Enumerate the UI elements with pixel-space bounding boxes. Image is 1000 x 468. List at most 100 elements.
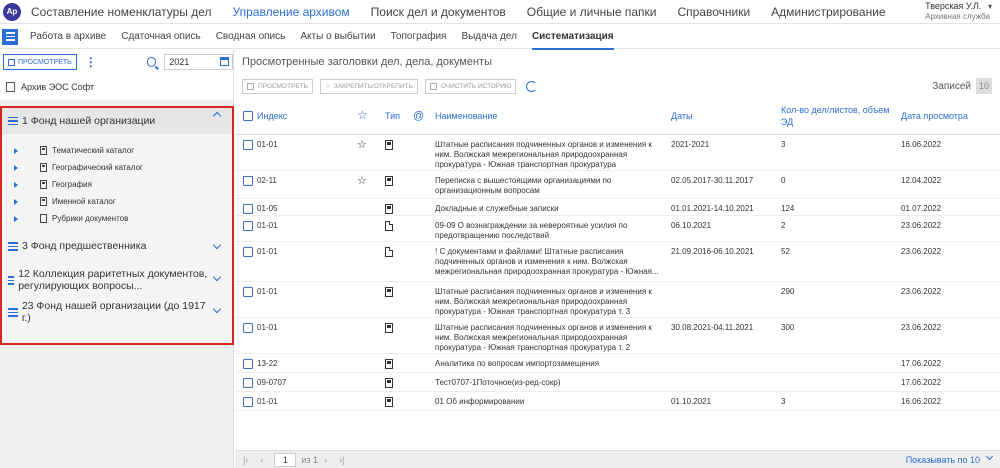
list-icon: [8, 276, 15, 287]
row-dates: 06.10.2021: [667, 215, 777, 242]
catalog-item[interactable]: Рубрики документов: [2, 210, 232, 227]
expand-arrow-icon[interactable]: [14, 198, 18, 205]
table-row[interactable]: 02-11 ☆ Переписка с вышестоящими организац…: [235, 170, 1000, 199]
fond-item[interactable]: 1 Фонд нашей организации: [2, 108, 232, 134]
last-page-icon[interactable]: ›|: [339, 455, 344, 465]
catalog-item[interactable]: География: [2, 176, 232, 193]
table-row[interactable]: 01-05 Докладные и служебные записки 01.01.…: [235, 198, 1000, 216]
user-menu[interactable]: Тверская У.Л. Архивная служба ▾: [925, 1, 992, 21]
topnav-archive-management[interactable]: Управление архивом: [233, 5, 350, 19]
tab-systematization[interactable]: Систематизация: [531, 25, 614, 50]
fond-item[interactable]: 12 Коллекция раритетных документов, регу…: [2, 268, 232, 300]
col-dates[interactable]: Даты: [667, 98, 777, 135]
col-count[interactable]: Кол-во дел/листов, объем ЭД: [777, 98, 897, 135]
row-count: [777, 353, 897, 373]
chevron-down-icon[interactable]: ▾: [988, 2, 992, 11]
first-page-icon[interactable]: |‹: [243, 455, 248, 465]
row-name[interactable]: 09-09 О вознаграждении за невероятные ус…: [431, 215, 667, 242]
page-size-select[interactable]: Показывать по 10: [906, 455, 980, 465]
row-name[interactable]: Аналитика по вопросам импортозамещения: [431, 353, 667, 373]
tab-topography[interactable]: Топография: [391, 25, 447, 49]
expand-arrow-icon[interactable]: [14, 181, 18, 188]
row-name[interactable]: Тест0707-1Поточное(из-ред-сокр): [431, 372, 667, 392]
row-name[interactable]: ! С документами и файлами! Штатные распи…: [431, 241, 667, 282]
row-checkbox[interactable]: [243, 358, 253, 369]
more-options-icon[interactable]: ⋮: [85, 55, 97, 69]
calendar-icon[interactable]: [220, 57, 229, 66]
next-page-icon[interactable]: ›: [324, 455, 327, 465]
col-index[interactable]: Индекс: [253, 98, 353, 135]
expand-arrow-icon[interactable]: [14, 147, 18, 154]
row-name[interactable]: 01 Об информировании: [431, 391, 667, 411]
row-name[interactable]: Штатные расписания подчиненных органов и…: [431, 317, 667, 354]
row-checkbox[interactable]: [243, 286, 253, 297]
year-input[interactable]: 2021: [164, 54, 233, 70]
table-row[interactable]: 09-0707 Тест0707-1Поточное(из-ред-сокр) 17…: [235, 372, 1000, 392]
archive-label: Архив ЭОС Софт: [21, 82, 95, 92]
topnav-directories[interactable]: Справочники: [677, 5, 750, 19]
row-checkbox[interactable]: [243, 377, 253, 388]
col-viewed[interactable]: Дата просмотра: [897, 98, 1000, 135]
view-button[interactable]: ПРОСМОТРЕТЬ: [3, 54, 77, 70]
col-type[interactable]: Тип: [381, 98, 409, 135]
archive-root[interactable]: Архив ЭОС Софт: [0, 74, 233, 100]
star-icon[interactable]: ☆: [357, 139, 367, 151]
tab-summary-inventory[interactable]: Сводная опись: [216, 25, 286, 49]
chevron-down-icon[interactable]: [212, 272, 222, 282]
tab-issue-files[interactable]: Выдача дел: [461, 25, 516, 49]
row-name[interactable]: Штатные расписания подчиненных органов и…: [431, 134, 667, 171]
table-row[interactable]: 01-01 ☆ Штатные расписания подчиненных орг…: [235, 134, 1000, 171]
page-input[interactable]: 1: [274, 452, 297, 467]
row-checkbox[interactable]: [243, 203, 253, 214]
select-all-checkbox[interactable]: [243, 110, 253, 121]
topnav-administration[interactable]: Администрирование: [771, 5, 885, 19]
refresh-icon[interactable]: [526, 80, 538, 92]
catalog-item[interactable]: Тематический каталог: [2, 142, 232, 159]
tab-work-in-archive[interactable]: Работа в архиве: [30, 25, 106, 49]
star-icon[interactable]: ☆: [357, 175, 367, 187]
pin-button[interactable]: ☆ ЗАКРЕПИТЬ/ОТКРЕПИТЬ: [319, 78, 418, 94]
expand-arrow-icon[interactable]: [14, 215, 18, 222]
hamburger-menu-icon[interactable]: [2, 28, 18, 45]
fond-item[interactable]: 23 Фонд нашей организации (до 1917 г.): [2, 300, 232, 330]
catalog-item[interactable]: Географический каталог: [2, 159, 232, 176]
row-name[interactable]: Штатные расписания подчиненных органов и…: [431, 281, 667, 318]
prev-page-icon[interactable]: ‹: [260, 455, 263, 465]
expand-arrow-icon[interactable]: [14, 164, 18, 171]
tab-delivery-inventory[interactable]: Сдаточная опись: [121, 25, 200, 49]
topnav-search[interactable]: Поиск дел и документов: [371, 5, 506, 19]
row-checkbox[interactable]: [243, 220, 253, 231]
tab-disposal-acts[interactable]: Акты о выбытии: [300, 25, 375, 49]
col-name[interactable]: Наименование: [431, 98, 667, 135]
star-icon[interactable]: ☆: [357, 108, 368, 122]
row-viewed: 17.06.2022: [897, 372, 1000, 392]
catalog-item[interactable]: Именной каталог: [2, 193, 232, 210]
table-row[interactable]: 01-01 ! С документами и файлами! Штатные …: [235, 241, 1000, 282]
search-icon[interactable]: [146, 57, 157, 67]
row-name[interactable]: Переписка с вышестоящими организациями п…: [431, 170, 667, 199]
fond-item[interactable]: 3 Фонд предшественника: [2, 240, 232, 268]
table-row[interactable]: 13-22 Аналитика по вопросам импортозамеще…: [235, 353, 1000, 373]
row-count: 0: [777, 170, 897, 199]
row-checkbox[interactable]: [243, 396, 253, 407]
chevron-down-icon[interactable]: [212, 304, 222, 314]
chevron-up-icon[interactable]: [212, 111, 222, 121]
table-row[interactable]: 01-01 Штатные расписания подчиненных орга…: [235, 317, 1000, 354]
view-button[interactable]: ПРОСМОТРЕТЬ: [242, 78, 313, 94]
col-at[interactable]: @: [409, 98, 431, 135]
table-row[interactable]: 01-01 09-09 О вознаграждении за невероятн…: [235, 215, 1000, 242]
row-name[interactable]: Докладные и служебные записки: [431, 198, 667, 216]
topnav-nomenclature[interactable]: Составление номенклатуры дел: [31, 5, 212, 19]
table-row[interactable]: 01-01 Штатные расписания подчиненных орга…: [235, 281, 1000, 318]
chevron-down-icon[interactable]: [985, 452, 994, 461]
chevron-down-icon[interactable]: [212, 240, 222, 250]
table-row[interactable]: 01-01 01 Об информировании 01.10.2021 3 16.0…: [235, 391, 1000, 411]
app-logo[interactable]: Ар: [3, 2, 21, 21]
row-dates: 02.05.2017-30.11.2017: [667, 170, 777, 199]
row-checkbox[interactable]: [243, 175, 253, 186]
row-checkbox[interactable]: [243, 139, 253, 150]
row-checkbox[interactable]: [243, 246, 253, 257]
row-checkbox[interactable]: [243, 322, 253, 333]
clear-history-button[interactable]: ОЧИСТИТЬ ИСТОРИЮ: [424, 78, 517, 94]
topnav-folders[interactable]: Общие и личные папки: [527, 5, 657, 19]
